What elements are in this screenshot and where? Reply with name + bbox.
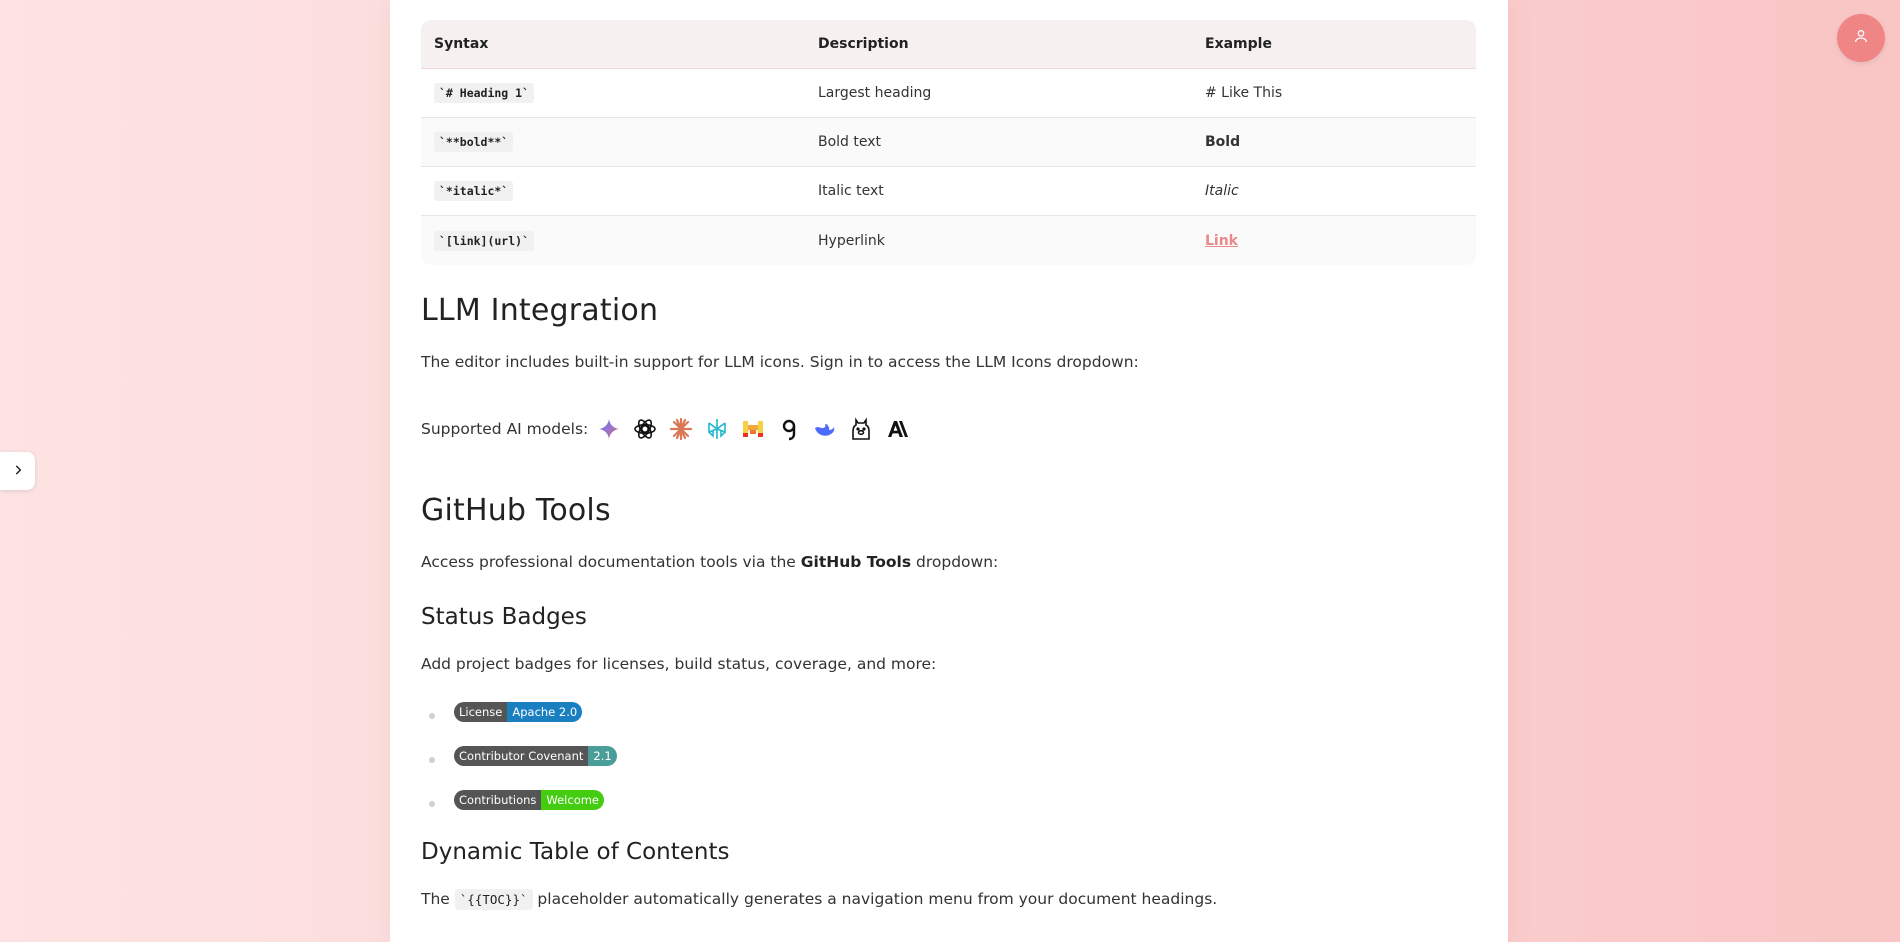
anthropic-icon	[884, 416, 910, 442]
description-cell: Largest heading	[805, 69, 1192, 118]
grok-icon	[776, 416, 802, 442]
github-tools-heading: GitHub Tools	[421, 493, 611, 528]
ollama-icon	[848, 416, 874, 442]
syntax-code: `[link](url)`	[434, 230, 535, 251]
table-row: `*italic*` Italic text Italic	[421, 167, 1476, 216]
llm-description: The editor includes built-in support for…	[421, 353, 1139, 371]
perplexity-icon	[704, 416, 730, 442]
table-row: `# Heading 1` Largest heading # Like Thi…	[421, 69, 1476, 118]
bullet	[429, 801, 435, 807]
contributions-badge[interactable]: Contributions Welcome	[454, 790, 605, 810]
contributor-covenant-badge[interactable]: Contributor Covenant 2.1	[454, 746, 617, 766]
llm-integration-heading: LLM Integration	[421, 293, 659, 328]
chevron-right-icon	[11, 462, 25, 481]
user-menu-button[interactable]	[1837, 14, 1885, 62]
status-badges-heading: Status Badges	[421, 604, 587, 630]
table-header-row: Syntax Description Example	[421, 20, 1476, 69]
description-cell: Hyperlink	[805, 216, 1192, 265]
openai-icon	[632, 416, 658, 442]
toc-description: The `{{TOC}}` placeholder automatically …	[421, 889, 1218, 910]
github-tools-description: Access professional documentation tools …	[421, 553, 999, 571]
license-badge[interactable]: License Apache 2.0	[454, 702, 583, 722]
document-page: Syntax Description Example `# Heading 1`…	[390, 0, 1508, 942]
bullet	[429, 757, 435, 763]
example-bold: Bold	[1205, 134, 1241, 150]
column-header-description: Description	[805, 20, 1192, 69]
markdown-syntax-table: Syntax Description Example `# Heading 1`…	[421, 20, 1476, 265]
toc-code: `{{TOC}}`	[454, 889, 533, 910]
gemini-icon	[596, 416, 622, 442]
syntax-code: `# Heading 1`	[434, 83, 535, 103]
column-header-syntax: Syntax	[421, 20, 805, 69]
github-tools-bold: GitHub Tools	[800, 553, 912, 571]
example-link[interactable]: Link	[1205, 233, 1238, 249]
user-icon	[1853, 28, 1869, 48]
sidebar-toggle-button[interactable]	[0, 452, 35, 490]
supported-models-row: Supported AI models:	[421, 416, 920, 442]
claude-icon	[668, 416, 694, 442]
example-italic: Italic	[1205, 183, 1239, 199]
table-row: `[link](url)` Hyperlink Link	[421, 216, 1476, 265]
toc-heading: Dynamic Table of Contents	[421, 839, 730, 865]
example-cell: # Like This	[1192, 69, 1476, 118]
status-badges-description: Add project badges for licenses, build s…	[421, 655, 937, 673]
bullet	[429, 713, 435, 719]
supported-models-label: Supported AI models:	[421, 420, 589, 438]
syntax-code: `**bold**`	[434, 132, 514, 152]
description-cell: Bold text	[805, 118, 1192, 167]
mistral-icon	[740, 416, 766, 442]
table-row: `**bold**` Bold text Bold	[421, 118, 1476, 167]
deepseek-icon	[812, 416, 838, 442]
description-cell: Italic text	[805, 167, 1192, 216]
syntax-code: `*italic*`	[434, 181, 514, 201]
column-header-example: Example	[1192, 20, 1476, 69]
